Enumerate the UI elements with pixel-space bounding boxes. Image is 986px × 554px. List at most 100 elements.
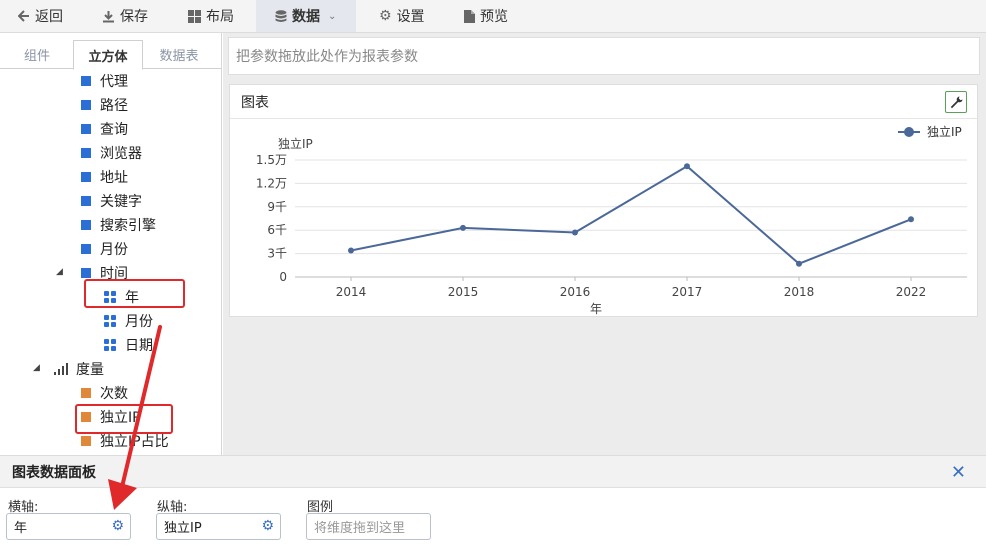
tree-item-date[interactable]: 日期 [104,334,153,356]
y-tick-label: 9千 [267,200,287,214]
tree-item-query[interactable]: 查询 [81,118,128,140]
expand-triangle-icon[interactable]: ◢ [33,363,40,373]
chart-data-panel-header: 图表数据面板 ✕ [0,456,986,488]
chart-data-panel-title: 图表数据面板 [12,464,96,481]
tab-components[interactable]: 组件 [2,40,72,69]
tree-item-label: 月份 [100,242,128,258]
grid-icon [188,9,201,23]
layout-button[interactable]: 布局 [188,0,234,32]
gear-icon[interactable]: ⚙ [111,518,124,534]
tree-item-path[interactable]: 路径 [81,94,128,116]
layout-label: 布局 [206,9,234,25]
dimension-icon [81,172,91,182]
x-tick-label: 2017 [672,285,703,299]
save-label: 保存 [120,9,148,25]
legend-label: 独立IP [927,124,962,139]
left-tabs: 组件 立方体 数据表 [0,38,221,70]
tree-item-browser[interactable]: 浏览器 [81,142,142,164]
tree-item-label: 路径 [100,98,128,114]
y-tick-label: 3千 [267,247,287,261]
x-tick-label: 2022 [896,285,927,299]
tree-item-time-month[interactable]: 月份 [104,310,153,332]
tree-item-measures[interactable]: 度量 [54,358,104,380]
toolbar: 返回 保存 布局 数据 ⌄ ⚙ 设置 预览 [0,0,986,33]
x-tick-label: 2015 [448,285,479,299]
tree-item-label: 独立IP [100,410,141,426]
hierarchy-level-icon [104,291,116,303]
param-drop-zone[interactable]: 把参数拖放此处作为报表参数 [228,37,980,75]
settings-button[interactable]: ⚙ 设置 [379,0,425,32]
x-axis-title: 年 [590,302,602,316]
tree-item-label: 地址 [100,170,128,186]
back-button[interactable]: 返回 [18,0,63,32]
y-tick-label: 6千 [267,223,287,237]
tab-cube[interactable]: 立方体 [73,40,143,70]
measure-icon [81,436,91,446]
tree-item-label: 浏览器 [100,146,142,162]
x-tick-label: 2018 [784,285,815,299]
tree-item-search-engine[interactable]: 搜索引擎 [81,214,156,236]
data-point [908,216,914,223]
save-button[interactable]: 保存 [102,0,148,32]
dimension-icon [81,100,91,110]
data-point [796,260,802,267]
data-label: 数据 [292,9,320,25]
data-point [460,224,466,231]
tree-item-label: 时间 [100,266,128,282]
gear-icon: ⚙ [379,8,392,24]
tab-datatable[interactable]: 数据表 [144,40,214,69]
arrow-left-icon [18,10,30,22]
tree-item-agent[interactable]: 代理 [81,70,128,92]
tree-item-keyword[interactable]: 关键字 [81,190,142,212]
document-icon [464,9,475,23]
tree-item-label: 年 [125,290,139,306]
y-tick-label: 0 [279,270,287,284]
chart-data-panel: 图表数据面板 ✕ 横轴: 年 ⚙ 纵轴: 独立IP ⚙ 图例 将维度拖到这里 [0,455,986,554]
data-menu[interactable]: 数据 ⌄ [256,0,356,32]
hierarchy-level-icon [104,339,116,351]
tree-item-year[interactable]: 年 [104,286,139,308]
measure-icon [81,412,91,422]
dimension-icon [81,196,91,206]
gear-icon[interactable]: ⚙ [261,518,274,534]
tree-item-label: 日期 [125,338,153,354]
settings-label: 设置 [396,9,425,25]
tree-item-count[interactable]: 次数 [81,382,128,404]
tree-item-label: 代理 [100,74,128,90]
y-axis-field[interactable]: 独立IP ⚙ [156,513,281,540]
tree-item-address[interactable]: 地址 [81,166,128,188]
tree-item-time[interactable]: 时间 [81,262,128,284]
chevron-down-icon: ⌄ [328,10,337,22]
y-axis-value: 独立IP [164,521,202,536]
close-icon[interactable]: ✕ [951,462,966,483]
preview-button[interactable]: 预览 [464,0,508,32]
tree-item-label: 次数 [100,386,128,402]
measure-icon [81,388,91,398]
x-axis-field[interactable]: 年 ⚙ [6,513,131,540]
y-axis-title: 独立IP [278,136,313,151]
tree-item-unique-ip[interactable]: 独立IP [81,406,141,428]
bar-signal-icon [54,363,68,375]
tree-item-label: 月份 [125,314,153,330]
download-icon [102,10,115,23]
tree-item-month[interactable]: 月份 [81,238,128,260]
dimension-icon [81,220,91,230]
tree-item-label: 查询 [100,122,128,138]
chart-panel-header: 图表 [230,85,977,119]
legend-drop-field[interactable]: 将维度拖到这里 [306,513,431,540]
chart-panel-title: 图表 [241,94,269,111]
tree-item-unique-ip-ratio[interactable]: 独立IP占比 [81,430,169,452]
x-axis-value: 年 [14,521,28,536]
left-panel: 组件 立方体 数据表 代理 路径 查询 浏览器 地址 关键字 搜索引擎 月份 ◢… [0,33,222,455]
x-tick-label: 2016 [560,285,591,299]
dimension-icon [81,148,91,158]
hierarchy-level-icon [104,315,116,327]
chart-panel[interactable]: 图表 0 3千 6千 9千 1.2万 1.5万 独立IP 2014 2015 2016 2017 20… [229,84,978,317]
data-point [684,163,690,170]
preview-label: 预览 [480,9,508,25]
dimension-icon [81,268,91,278]
back-label: 返回 [35,9,63,25]
wrench-icon[interactable] [945,91,967,113]
expand-triangle-icon[interactable]: ◢ [56,267,63,277]
param-drop-zone-text: 把参数拖放此处作为报表参数 [236,49,418,65]
